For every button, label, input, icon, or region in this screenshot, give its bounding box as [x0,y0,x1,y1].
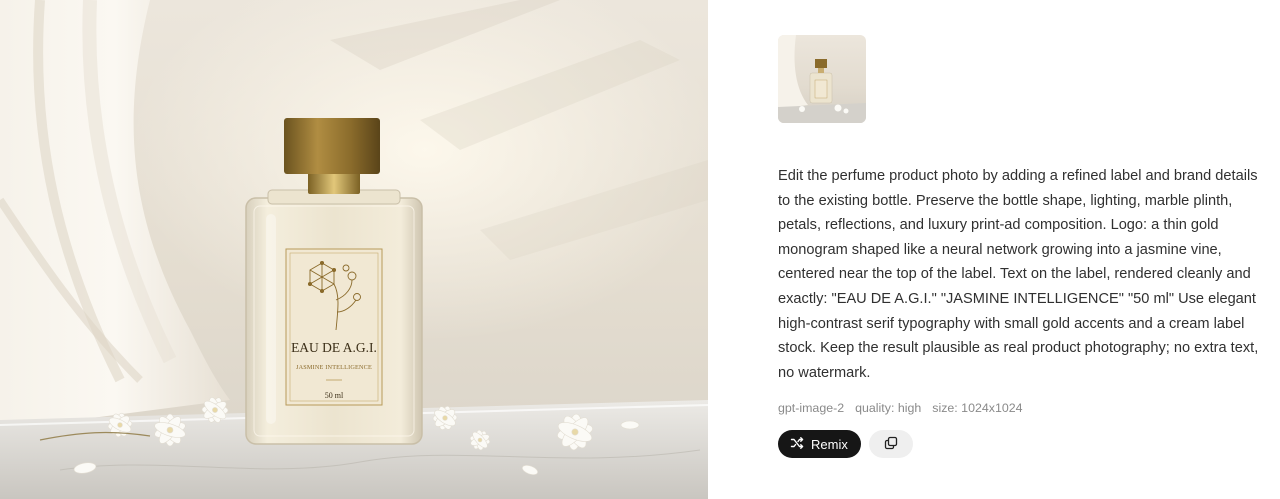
copy-icon [884,436,898,453]
label-subtitle-text: JASMINE INTELLIGENCE [296,364,372,371]
image-detail-view: EAU DE A.G.I. JASMINE INTELLIGENCE 50 ml [0,0,1280,499]
perfume-photo: EAU DE A.G.I. JASMINE INTELLIGENCE 50 ml [0,0,708,499]
remix-button[interactable]: Remix [778,430,861,458]
label-volume-text: 50 ml [325,391,344,400]
generation-meta: gpt-image-2 quality: high size: 1024x102… [778,401,1023,415]
remix-label: Remix [811,436,848,452]
action-bar: Remix [778,430,913,458]
thumbnail-photo [778,35,866,123]
generated-image[interactable]: EAU DE A.G.I. JASMINE INTELLIGENCE 50 ml [0,0,708,499]
copy-button[interactable] [868,430,913,458]
shuffle-icon [790,436,804,453]
meta-model: gpt-image-2 [778,401,845,415]
meta-size: size: 1024x1024 [932,401,1023,415]
meta-quality: quality: high [855,401,922,415]
label-brand-text: EAU DE A.G.I. [291,340,377,355]
image-thumbnail[interactable] [778,35,866,123]
prompt-text: Edit the perfume product photo by adding… [778,168,1263,381]
details-panel: Edit the perfume product photo by adding… [778,0,1273,499]
